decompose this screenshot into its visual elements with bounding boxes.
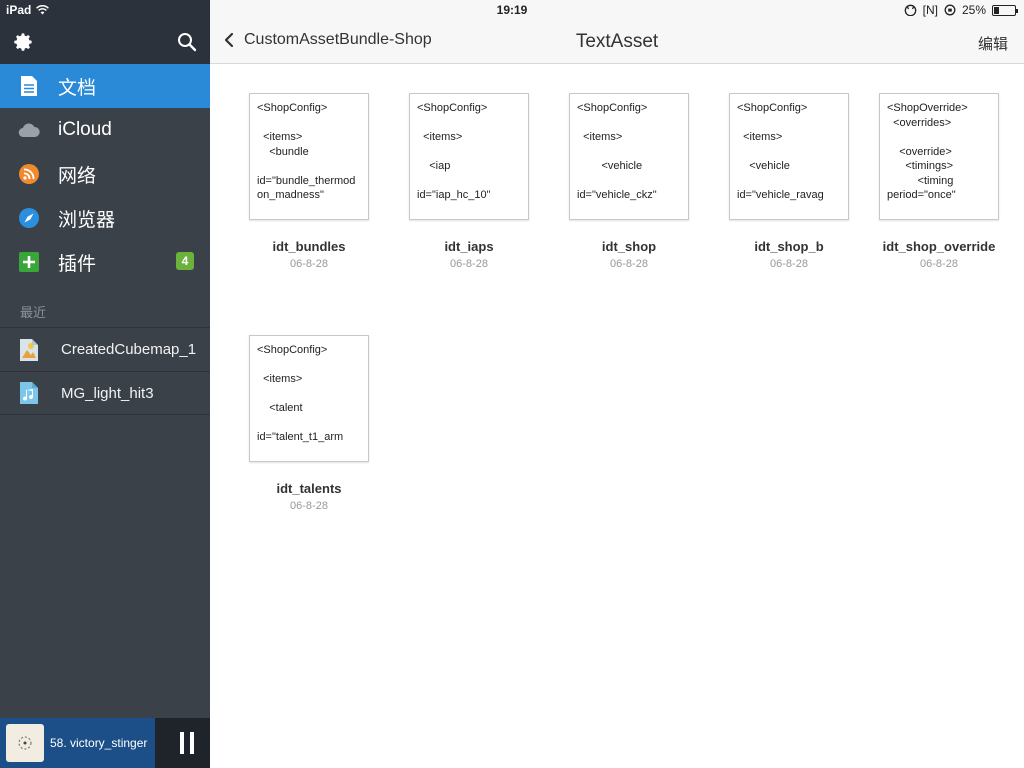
network-indicator: [N] — [922, 3, 938, 17]
document-icon — [18, 75, 40, 97]
sidebar-toolbar — [0, 20, 210, 64]
status-bar: iPad 19:19 [N] 25% — [0, 0, 1024, 20]
edit-button[interactable]: 编辑 — [978, 33, 1008, 54]
recent-item[interactable]: MG_light_hit3 — [0, 371, 210, 415]
file-item[interactable]: <ShopOverride> <overrides> <override> <t… — [859, 93, 1019, 293]
file-date: 06-8-28 — [450, 258, 488, 270]
status-right: [N] 25% — [904, 3, 1018, 17]
file-grid: <ShopConfig> <items> <bundle id="bundle_… — [210, 64, 1024, 768]
music-player: 58. victory_stinger — [0, 718, 210, 768]
cloud-icon — [18, 119, 40, 141]
image-file-icon — [18, 337, 40, 363]
page-title: TextAsset — [575, 31, 659, 52]
file-date: 06-8-28 — [610, 258, 648, 270]
sidebar-item-label: 文档 — [58, 77, 97, 99]
file-preview: <ShopOverride> <overrides> <override> <t… — [879, 93, 999, 220]
cat-status-icon — [904, 4, 916, 16]
sidebar-item-documents[interactable]: 文档 — [0, 64, 210, 108]
file-item[interactable]: <ShopConfig> <items> <vehicle id="vehicl… — [549, 93, 709, 293]
sidebar-item-network[interactable]: 网络 — [0, 152, 210, 196]
file-item[interactable]: <ShopConfig> <items> <bundle id="bundle_… — [229, 93, 389, 293]
sidebar-item-label: iCloud — [58, 119, 112, 140]
file-name: idt_bundles — [272, 239, 346, 254]
file-date: 06-8-28 — [770, 258, 808, 270]
recent-list: CreatedCubemap_1 MG_light_hit3 — [0, 327, 210, 415]
file-preview: <ShopConfig> <items> <vehicle id="vehicl… — [729, 93, 849, 220]
recent-section-label: 最近 — [20, 305, 47, 320]
file-name: idt_shop — [601, 239, 657, 254]
sidebar-item-label: 插件 — [58, 253, 97, 275]
sidebar-item-plugins[interactable]: 插件 4 — [0, 240, 210, 284]
file-preview: <ShopConfig> <items> <vehicle id="vehicl… — [569, 93, 689, 220]
wifi-icon — [18, 163, 40, 185]
recent-item[interactable]: CreatedCubemap_1 — [0, 327, 210, 371]
file-name: idt_talents — [276, 481, 342, 496]
music-file-icon — [18, 380, 40, 406]
recent-item-label: CreatedCubemap_1 — [61, 341, 197, 358]
rotation-lock-icon — [944, 4, 956, 16]
file-preview: <ShopConfig> <items> <bundle id="bundle_… — [249, 93, 369, 220]
file-date: 06-8-28 — [290, 258, 328, 270]
sidebar: 文档 iCloud 网络 浏览器 插件 4 最近 CreatedCubemap_… — [0, 20, 210, 768]
plugins-count-badge: 4 — [176, 252, 194, 270]
pause-icon[interactable] — [180, 732, 194, 754]
recent-item-label: MG_light_hit3 — [61, 384, 154, 402]
plus-icon — [18, 251, 40, 273]
file-item[interactable]: <ShopConfig> <items> <iap id="iap_hc_10"… — [389, 93, 549, 293]
battery-percent: 25% — [961, 3, 986, 17]
file-name: idt_shop_override — [882, 239, 996, 254]
gear-icon[interactable] — [12, 31, 34, 53]
navigation-bar: CustomAssetBundle-Shop TextAsset 编辑 — [210, 20, 1024, 64]
now-playing-title: 58. victory_stinger — [50, 736, 148, 750]
sidebar-item-icloud[interactable]: iCloud — [0, 108, 210, 152]
file-date: 06-8-28 — [290, 500, 328, 512]
file-item[interactable]: <ShopConfig> <items> <talent id="talent_… — [229, 335, 389, 535]
sidebar-item-label: 浏览器 — [58, 209, 116, 231]
file-preview: <ShopConfig> <items> <iap id="iap_hc_10" — [409, 93, 529, 220]
file-name: idt_iaps — [444, 239, 494, 254]
file-item[interactable]: <ShopConfig> <items> <vehicle id="vehicl… — [709, 93, 869, 293]
file-preview: <ShopConfig> <items> <talent id="talent_… — [249, 335, 369, 462]
now-playing[interactable]: 58. victory_stinger — [0, 718, 155, 768]
search-icon[interactable] — [176, 31, 198, 53]
status-time: 19:19 — [496, 3, 528, 17]
album-art — [6, 724, 44, 762]
compass-icon — [18, 207, 40, 229]
file-name: idt_shop_b — [754, 239, 824, 254]
sidebar-item-browser[interactable]: 浏览器 — [0, 196, 210, 240]
file-date: 06-8-28 — [920, 258, 958, 270]
sidebar-item-label: 网络 — [58, 165, 97, 187]
battery-icon — [992, 4, 1018, 16]
